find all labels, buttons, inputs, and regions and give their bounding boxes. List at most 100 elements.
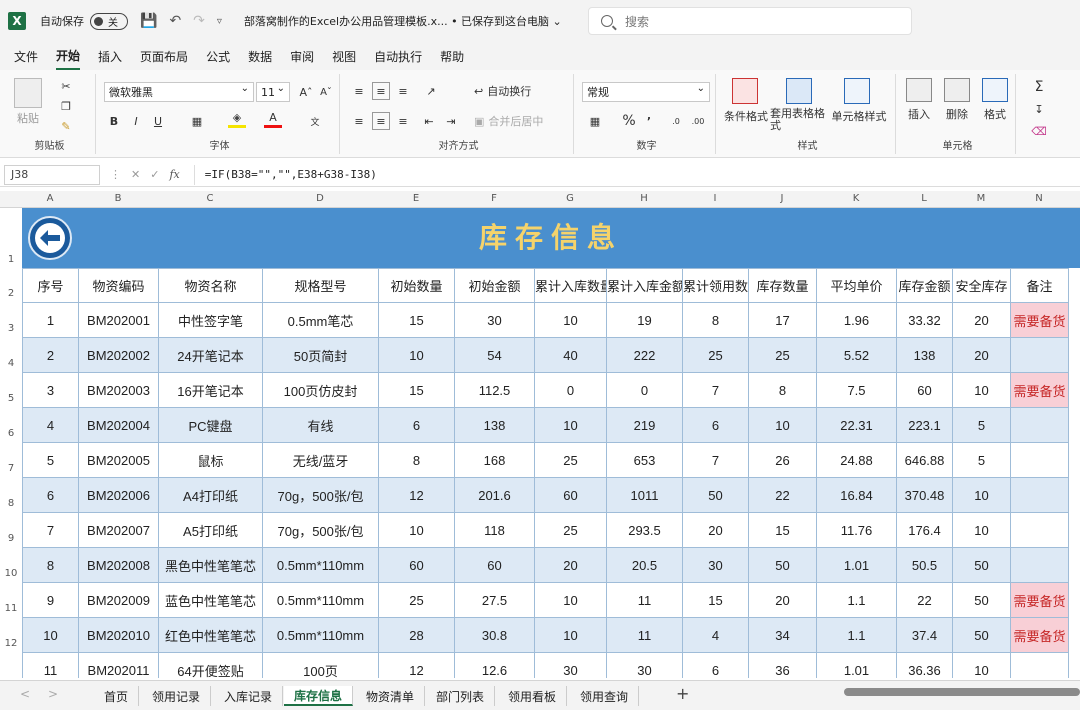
table-cell[interactable]: 25 [378,582,455,618]
table-cell[interactable]: 54 [454,337,535,373]
column-title[interactable]: 库存数量 [748,268,817,303]
table-cell[interactable]: 1.1 [816,617,897,653]
table-cell[interactable]: 27.5 [454,582,535,618]
note-cell[interactable] [1010,512,1069,548]
table-cell[interactable]: 70g，500张/包 [262,477,379,513]
table-cell[interactable]: 25 [682,337,749,373]
font-size-select[interactable]: 11 [256,82,290,102]
table-cell[interactable]: 15 [682,582,749,618]
table-cell[interactable]: 20 [682,512,749,548]
table-cell[interactable]: 2 [22,337,79,373]
table-cell[interactable]: BM202011 [78,652,159,678]
column-title[interactable]: 物资名称 [158,268,263,303]
table-cell[interactable]: 1011 [606,477,683,513]
worksheet[interactable]: 库存信息 序号 物资编码 物资名称 规格型号 初始数量 初始金额 累计入库数量 累计入库金额累… [22,208,1080,678]
table-cell[interactable]: 70g，500张/包 [262,512,379,548]
save-icon[interactable]: 💾 [140,13,157,29]
table-cell[interactable]: 0.5mm*110mm [262,582,379,618]
table-cell[interactable]: BM202002 [78,337,159,373]
column-title[interactable]: 物资编码 [78,268,159,303]
paste-icon[interactable] [14,78,42,108]
table-cell[interactable]: 15 [748,512,817,548]
table-cell[interactable]: 10 [952,652,1011,678]
clear-icon[interactable]: ⌫ [1030,122,1048,140]
sheet-tab[interactable]: 物资清单 [356,686,426,706]
table-cell[interactable]: 223.1 [896,407,953,443]
menu-view[interactable]: 视图 [332,44,356,69]
number-format-select[interactable]: 常规 [582,82,710,102]
table-cell[interactable]: 50页简封 [262,337,379,373]
table-cell[interactable]: BM202008 [78,547,159,583]
add-sheet-icon[interactable]: + [676,684,689,703]
phonetic-icon[interactable]: 文 [306,112,324,130]
table-cell[interactable]: 0 [606,372,683,408]
column-title[interactable]: 累计领用数量 [682,268,749,303]
enter-icon[interactable]: ✓ [150,168,159,181]
table-cell[interactable]: BM202006 [78,477,159,513]
column-header-b[interactable]: B [78,193,158,204]
table-cell[interactable]: 11 [22,652,79,678]
align-right-icon[interactable]: ≡ [394,112,412,130]
table-cell[interactable]: 30 [534,652,607,678]
table-cell[interactable]: 100页仿皮封 [262,372,379,408]
note-cell[interactable] [1010,477,1069,513]
column-header-f[interactable]: F [454,193,534,204]
column-header-e[interactable]: E [378,193,454,204]
table-cell[interactable]: 293.5 [606,512,683,548]
table-cell[interactable]: A5打印纸 [158,512,263,548]
accounting-icon[interactable]: ▦ [584,112,606,130]
table-cell[interactable]: 蓝色中性笔笔芯 [158,582,263,618]
row-header-5[interactable]: 5 [0,393,22,404]
table-cell[interactable]: 1.1 [816,582,897,618]
table-cell[interactable]: 10 [378,512,455,548]
table-cell[interactable]: 64开便签贴 [158,652,263,678]
table-cell[interactable]: 24开笔记本 [158,337,263,373]
table-cell[interactable]: BM202001 [78,302,159,338]
table-cell[interactable]: 50 [952,582,1011,618]
table-cell[interactable]: 红色中性笔笔芯 [158,617,263,653]
menu-page-layout[interactable]: 页面布局 [140,44,188,69]
format-cells-button[interactable]: 格式 [980,106,1010,122]
table-cell[interactable]: 1.01 [816,652,897,678]
table-cell[interactable]: 20 [534,547,607,583]
table-cell[interactable]: 0.5mm笔芯 [262,302,379,338]
table-cell[interactable]: 6 [378,407,455,443]
column-title[interactable]: 初始金额 [454,268,535,303]
menu-data[interactable]: 数据 [248,44,272,69]
table-cell[interactable]: 60 [534,477,607,513]
prev-sheet-icon[interactable]: < [20,687,30,701]
table-cell[interactable]: BM202005 [78,442,159,478]
table-cell[interactable]: 25 [534,512,607,548]
table-cell[interactable]: 19 [606,302,683,338]
customize-toolbar-icon[interactable]: ▿ [217,16,222,27]
table-cell[interactable]: 168 [454,442,535,478]
table-cell[interactable]: 10 [22,617,79,653]
table-cell[interactable]: 10 [748,407,817,443]
row-header-4[interactable]: 4 [0,358,22,369]
table-cell[interactable]: 22.31 [816,407,897,443]
cell-style-icon[interactable] [844,78,870,104]
row-header-1[interactable]: 1 [0,254,22,265]
align-left-icon[interactable]: ≡ [350,112,368,130]
table-cell[interactable]: 7 [682,372,749,408]
table-cell[interactable]: 20 [748,582,817,618]
column-title[interactable]: 平均单价 [816,268,897,303]
table-cell[interactable]: 50 [952,547,1011,583]
table-cell[interactable]: 20.5 [606,547,683,583]
row-header-10[interactable]: 10 [0,568,22,579]
column-header-j[interactable]: J [748,193,816,204]
table-cell[interactable]: 5.52 [816,337,897,373]
table-cell[interactable]: 1.96 [816,302,897,338]
row-header-6[interactable]: 6 [0,428,22,439]
table-cell[interactable]: 0 [534,372,607,408]
autosum-icon[interactable]: Σ [1030,78,1048,96]
column-title[interactable]: 库存金额 [896,268,953,303]
conditional-format-icon[interactable] [732,78,758,104]
row-header-8[interactable]: 8 [0,498,22,509]
table-cell[interactable]: 12 [378,652,455,678]
undo-icon[interactable]: ↶ [169,13,181,29]
table-cell[interactable]: 222 [606,337,683,373]
table-cell[interactable]: 5 [952,442,1011,478]
table-cell[interactable]: 7.5 [816,372,897,408]
conditional-format-button[interactable]: 条件格式 [720,108,772,124]
